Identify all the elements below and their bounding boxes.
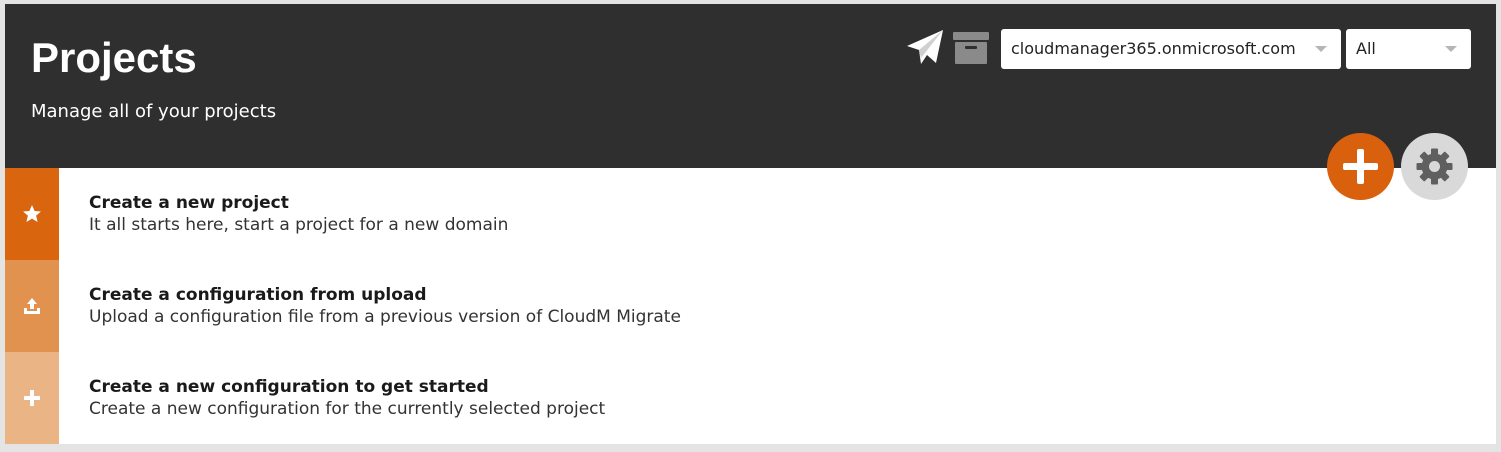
page-header: Projects Manage all of your projects clo… — [5, 4, 1496, 168]
tenant-select[interactable]: cloudmanager365.onmicrosoft.com — [1001, 29, 1341, 69]
page-subtitle: Manage all of your projects — [31, 101, 277, 122]
chevron-down-icon — [1315, 46, 1327, 52]
row-icon-tile — [5, 352, 59, 444]
filter-select-value: All — [1356, 39, 1376, 58]
tenant-select-value: cloudmanager365.onmicrosoft.com — [1011, 39, 1296, 58]
send-icon[interactable] — [905, 28, 945, 68]
archive-icon[interactable] — [952, 30, 990, 66]
gear-icon — [1416, 148, 1453, 185]
upload-icon — [24, 298, 40, 314]
projects-panel: Projects Manage all of your projects clo… — [5, 4, 1496, 444]
row-description: It all starts here, start a project for … — [89, 215, 509, 235]
plus-icon — [1343, 149, 1378, 184]
settings-button[interactable] — [1401, 133, 1468, 200]
page-title: Projects — [31, 34, 197, 81]
row-title: Create a new configuration to get starte… — [89, 377, 489, 397]
row-icon-tile — [5, 168, 59, 260]
upload-configuration-row[interactable]: Create a configuration from upload Uploa… — [5, 260, 1496, 352]
row-description: Upload a configuration file from a previ… — [89, 307, 681, 327]
star-icon — [23, 205, 41, 222]
row-icon-tile — [5, 260, 59, 352]
row-title: Create a new project — [89, 193, 289, 213]
new-configuration-row[interactable]: Create a new configuration to get starte… — [5, 352, 1496, 444]
chevron-down-icon — [1445, 46, 1457, 52]
add-project-button[interactable] — [1327, 133, 1394, 200]
create-project-row[interactable]: Create a new project It all starts here,… — [5, 168, 1496, 260]
row-description: Create a new configuration for the curre… — [89, 399, 606, 419]
filter-select[interactable]: All — [1346, 29, 1471, 69]
plus-icon — [24, 390, 40, 406]
row-title: Create a configuration from upload — [89, 285, 427, 305]
